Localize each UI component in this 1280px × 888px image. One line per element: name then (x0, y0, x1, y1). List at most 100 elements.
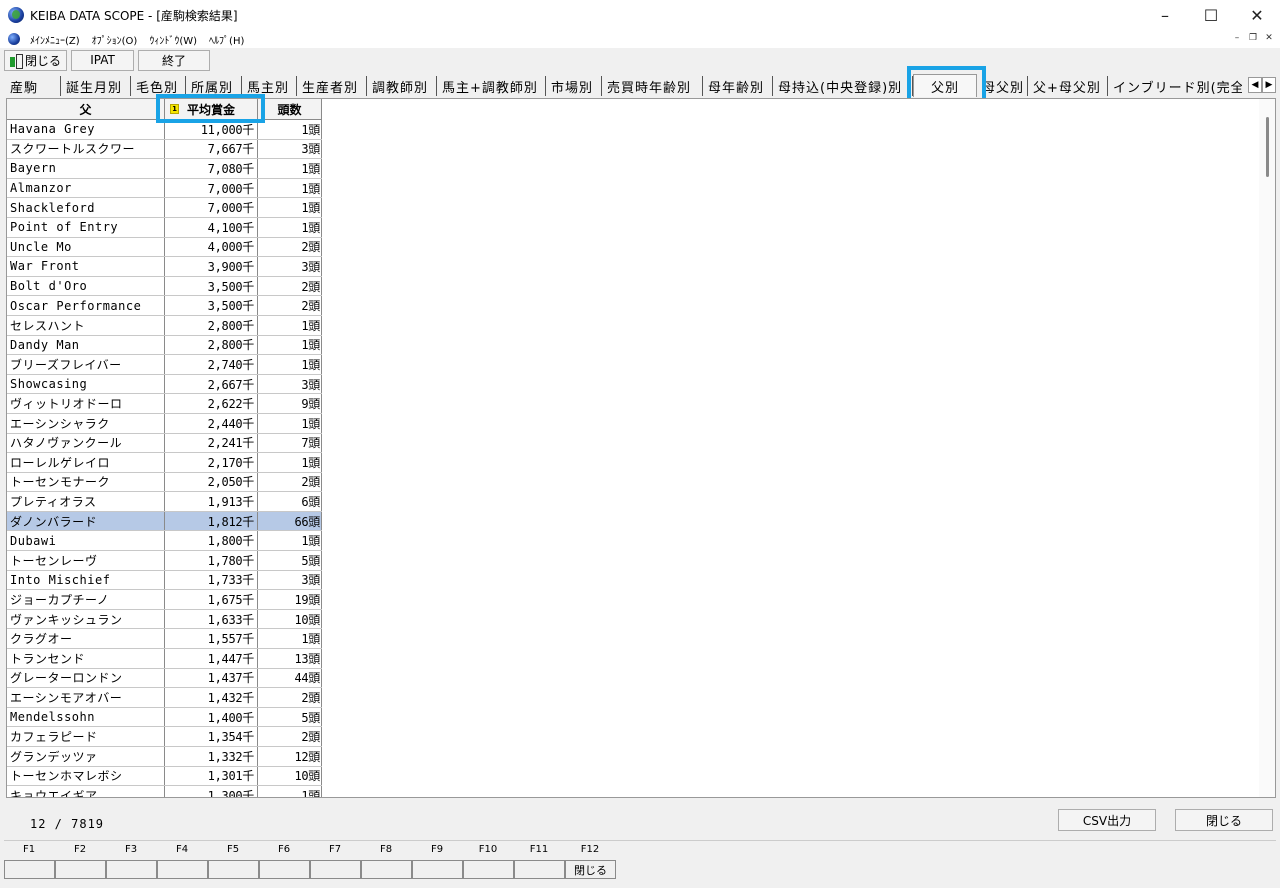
fkey-button[interactable] (361, 860, 412, 879)
count-cell: 2頭 (258, 237, 322, 257)
tab-scroll-left-icon[interactable]: ◀ (1248, 77, 1262, 93)
table-row[interactable]: Into Mischief 1,733千 3頭 (7, 570, 322, 591)
tab-scroll-right-icon[interactable]: ▶ (1262, 77, 1276, 93)
table-row[interactable]: プレティオラス 1,913千 6頭 (7, 492, 322, 512)
table-row[interactable]: トーセンホマレボシ 1,301千 10頭 (7, 766, 322, 787)
horizontal-scrollbar[interactable] (7, 98, 325, 99)
maximize-button[interactable]: ☐ (1188, 0, 1234, 30)
vertical-scrollbar[interactable] (1259, 99, 1275, 797)
exit-button[interactable]: 終了 (138, 49, 210, 71)
col-header-sire[interactable]: 父 (7, 99, 165, 120)
fkey-button[interactable] (514, 860, 565, 879)
tab-sire[interactable]: 父別 (913, 74, 977, 97)
table-row[interactable]: ローレルゲレイロ 2,170千 1頭 (7, 453, 322, 473)
fkey-button[interactable] (55, 860, 106, 879)
tab-offspring[interactable]: 産駒 (5, 76, 61, 96)
table-row[interactable]: War Front 3,900千 3頭 (7, 257, 322, 277)
ipat-button[interactable]: IPAT (71, 49, 134, 71)
fkey-button[interactable] (463, 860, 514, 879)
vertical-scroll-thumb[interactable] (1266, 117, 1269, 177)
table-row[interactable]: Shackleford 7,000千 1頭 (7, 198, 322, 218)
table-row[interactable]: ダノンバラード 1,812千 66頭 (7, 511, 322, 532)
count-cell: 2頭 (258, 276, 322, 296)
function-key-bar: F1 F2 F3 F4 F5 F6 F7 F8 F9 F10 F11 F12 閉じる (4, 840, 1276, 884)
mdi-close-button[interactable]: ✕ (1262, 32, 1276, 45)
fkey-button[interactable] (4, 860, 55, 879)
table-row[interactable]: ヴィットリオドーロ 2,622千 9頭 (7, 394, 322, 414)
menu-main[interactable]: ﾒｲﾝﾒﾆｭｰ(Z) (28, 32, 82, 47)
table-row[interactable]: トーセンレーヴ 1,780千 5頭 (7, 551, 322, 571)
table-row[interactable]: Showcasing 2,667千 3頭 (7, 374, 322, 395)
menu-options[interactable]: ｵﾌﾟｼｮﾝ(O) (90, 32, 140, 47)
menu-help[interactable]: ﾍﾙﾌﾟ(H) (207, 32, 246, 47)
table-row[interactable]: Havana Grey 11,000千 1頭 (7, 120, 322, 140)
toolbar-close-button[interactable]: 閉じる (4, 49, 67, 71)
sire-cell: ヴィットリオドーロ (7, 394, 165, 413)
minimize-button[interactable]: – (1142, 0, 1188, 30)
fkey-button[interactable] (259, 860, 310, 879)
table-row[interactable]: グレーターロンドン 1,437千 44頭 (7, 668, 322, 689)
col-header-avg-prize[interactable]: 1 平均賞金 (165, 99, 258, 120)
fkey-button[interactable] (157, 860, 208, 879)
table-row[interactable]: Point of Entry 4,100千 1頭 (7, 217, 322, 238)
fkey-button[interactable] (208, 860, 259, 879)
table-row[interactable]: エーシンシャラク 2,440千 1頭 (7, 413, 322, 434)
table-row[interactable]: エーシンモアオバー 1,432千 2頭 (7, 688, 322, 708)
tab-dam-age[interactable]: 母年齢別 (703, 76, 773, 96)
table-row[interactable]: Bolt d'Oro 3,500千 2頭 (7, 276, 322, 297)
tab-inbreeding[interactable]: インブリード別(完全 (1108, 76, 1242, 96)
col-header-count[interactable]: 頭数 (258, 99, 322, 120)
avg-prize-cell: 2,440千 (165, 413, 258, 433)
fkey-f1: F1 (4, 841, 55, 881)
tab-broodmare-sire[interactable]: 母父別 (977, 76, 1028, 96)
table-row[interactable]: Dandy Man 2,800千 1頭 (7, 335, 322, 356)
sire-cell: Into Mischief (7, 570, 165, 590)
table-row[interactable]: トランセンド 1,447千 13頭 (7, 649, 322, 669)
fkey-button[interactable] (412, 860, 463, 879)
tab-birth-month[interactable]: 誕生月別 (61, 76, 131, 96)
mdi-minimize-button[interactable]: – (1230, 32, 1244, 45)
sort-order-icon: 1 (170, 104, 179, 114)
table-row[interactable]: Oscar Performance 3,500千 2頭 (7, 296, 322, 316)
tab-coat-color[interactable]: 毛色別 (131, 76, 186, 96)
table-row[interactable]: カフェラピード 1,354千 2頭 (7, 727, 322, 747)
table-row[interactable]: トーセンモナーク 2,050千 2頭 (7, 472, 322, 493)
table-row[interactable]: ヴァンキッシュラン 1,633千 10頭 (7, 609, 322, 630)
tab-trainer[interactable]: 調教師別 (367, 76, 437, 96)
tab-sire-broodmare-sire[interactable]: 父+母父別 (1028, 76, 1108, 96)
table-row[interactable]: キョウエイギア 1,300千 1頭 (7, 786, 322, 797)
fkey-f4: F4 (157, 841, 208, 881)
exit-label: 終了 (161, 53, 186, 68)
avg-prize-cell: 2,050千 (165, 472, 258, 492)
table-row[interactable]: グランデッツァ 1,332千 12頭 (7, 747, 322, 767)
table-row[interactable]: Almanzor 7,000千 1頭 (7, 178, 322, 199)
table-row[interactable]: スクワートルスクワー 7,667千 3頭 (7, 139, 322, 160)
table-row[interactable]: Uncle Mo 4,000千 2頭 (7, 237, 322, 258)
fkey-button[interactable] (310, 860, 361, 879)
close-window-button[interactable]: ✕ (1234, 0, 1280, 30)
tab-affiliation[interactable]: 所属別 (186, 76, 242, 96)
table-row[interactable]: セレスハント 2,800千 1頭 (7, 315, 322, 336)
tab-owner-trainer[interactable]: 馬主+調教師別 (437, 76, 546, 96)
table-row[interactable]: Bayern 7,080千 1頭 (7, 159, 322, 179)
tab-dam-import[interactable]: 母持込(中央登録)別 (773, 76, 913, 96)
tab-owner[interactable]: 馬主別 (242, 76, 297, 96)
table-row[interactable]: Mendelssohn 1,400千 5頭 (7, 707, 322, 728)
tab-breeder[interactable]: 生産者別 (297, 76, 367, 96)
table-row[interactable]: ジョーカプチーノ 1,675千 19頭 (7, 590, 322, 610)
table-row[interactable]: クラグオー 1,557千 1頭 (7, 629, 322, 650)
sire-cell: エーシンモアオバー (7, 688, 165, 707)
fkey-button[interactable]: 閉じる (565, 860, 616, 879)
csv-export-button[interactable]: CSV出力 (1058, 809, 1156, 831)
table-row[interactable]: ハタノヴァンクール 2,241千 7頭 (7, 433, 322, 454)
close-button[interactable]: 閉じる (1175, 809, 1273, 831)
menu-window[interactable]: ｳｨﾝﾄﾞｳ(W) (147, 32, 199, 47)
sire-cell: Oscar Performance (7, 296, 165, 315)
avg-prize-cell: 11,000千 (165, 120, 258, 139)
table-row[interactable]: ブリーズフレイバー 2,740千 1頭 (7, 355, 322, 375)
fkey-button[interactable] (106, 860, 157, 879)
table-row[interactable]: Dubawi 1,800千 1頭 (7, 531, 322, 552)
tab-sale-age[interactable]: 売買時年齢別 (602, 76, 703, 96)
tab-market[interactable]: 市場別 (546, 76, 602, 96)
mdi-restore-button[interactable]: ❐ (1246, 32, 1260, 45)
